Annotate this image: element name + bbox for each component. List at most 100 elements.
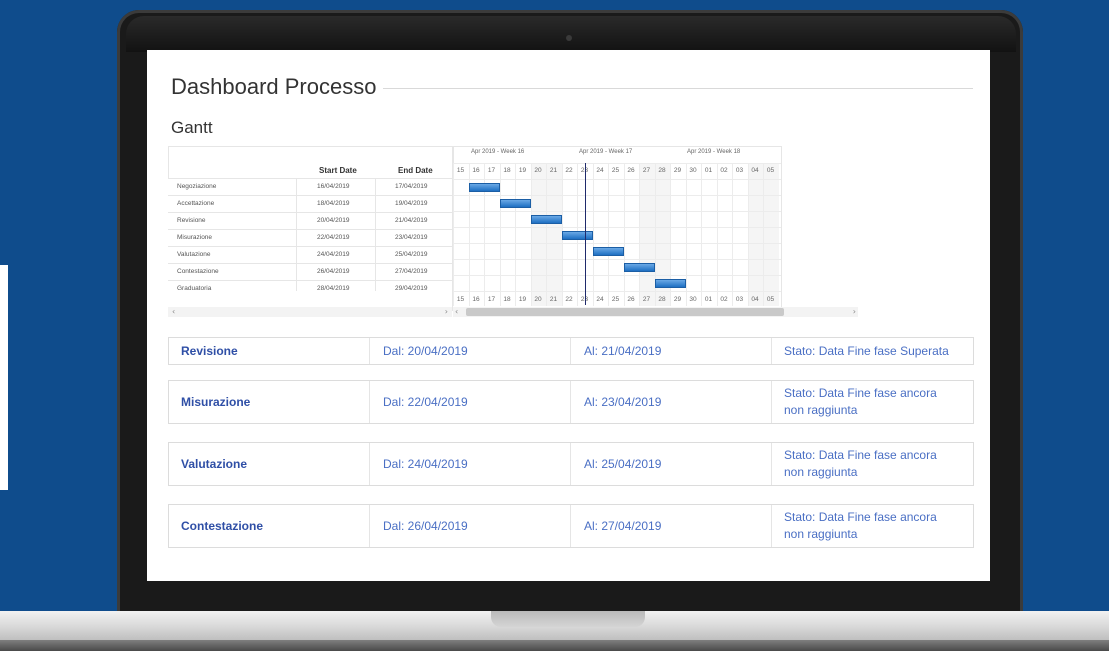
day-label: 24 [596, 296, 604, 303]
task-bar[interactable] [654, 279, 686, 288]
task-end-date: 29/04/2019 [395, 285, 428, 292]
phase-end: Al: 21/04/2019 [571, 338, 772, 364]
gantt-row[interactable]: Misurazione 22/04/2019 23/04/2019 [168, 229, 453, 246]
task-end-date: 23/04/2019 [395, 234, 428, 241]
task-start-date: 24/04/2019 [317, 251, 350, 258]
phase-row-contestazione: Contestazione Dal: 26/04/2019 Al: 27/04/… [168, 504, 974, 548]
start-date-header: Start Date [319, 166, 357, 175]
scrollbar-thumb[interactable] [466, 308, 784, 316]
day-label: 20 [534, 296, 542, 303]
row-gridline [453, 179, 781, 180]
task-end-date: 17/04/2019 [395, 183, 428, 190]
day-gridline [499, 163, 501, 306]
phase-status: Stato: Data Fine fase ancora non raggiun… [784, 510, 937, 541]
task-end-date: 25/04/2019 [395, 251, 428, 258]
day-gridline [732, 163, 733, 306]
task-name: Negoziazione [177, 183, 217, 190]
phase-name[interactable]: Misurazione [169, 381, 370, 423]
gantt-grid-scrollbar[interactable]: ‹ › [168, 307, 452, 317]
day-label: 02 [720, 296, 728, 303]
day-label: 17 [487, 167, 496, 174]
task-bar[interactable] [561, 231, 593, 240]
today-marker [585, 163, 586, 305]
end-date-header: End Date [398, 166, 433, 175]
gantt-row[interactable]: Accettazione 18/04/2019 19/04/2019 [168, 195, 453, 212]
day-label: 03 [735, 296, 744, 303]
day-label: 03 [735, 167, 744, 174]
week-label: Apr 2019 - Week 18 [687, 149, 741, 155]
task-bar[interactable] [499, 199, 531, 208]
task-name: Valutazione [177, 251, 211, 258]
scroll-right-arrow-icon[interactable]: › [445, 307, 448, 317]
day-label: 28 [658, 167, 666, 174]
day-label: 26 [627, 167, 635, 174]
day-label: 02 [720, 167, 728, 174]
day-label: 18 [503, 296, 511, 303]
task-start-date: 18/04/2019 [317, 200, 350, 207]
row-gridline [453, 275, 781, 276]
laptop-opening-notch [491, 611, 645, 627]
task-start-date: 28/04/2019 [317, 285, 350, 292]
day-label: 27 [642, 296, 651, 303]
day-label: 22 [565, 167, 573, 174]
day-gridline [763, 163, 764, 306]
day-label: 19 [518, 296, 527, 303]
task-start-date: 20/04/2019 [317, 217, 350, 224]
row-gridline [453, 163, 781, 164]
scroll-left-arrow-icon[interactable]: ‹ [172, 307, 175, 317]
page-title: Dashboard Processo [171, 74, 377, 99]
day-label: 25 [611, 296, 620, 303]
camera-icon [566, 35, 572, 41]
task-name: Revisione [177, 217, 206, 224]
day-label: 28 [658, 296, 666, 303]
task-start-date: 26/04/2019 [317, 268, 350, 275]
phase-row-misurazione: Misurazione Dal: 22/04/2019 Al: 23/04/20… [168, 380, 974, 424]
day-label: 17 [487, 296, 496, 303]
task-start-date: 22/04/2019 [317, 234, 350, 241]
gantt-timeline-scrollbar[interactable]: ‹ › [453, 307, 858, 317]
day-label: 01 [704, 167, 713, 174]
phase-row-revisione: Revisione Dal: 20/04/2019 Al: 21/04/2019… [168, 337, 974, 365]
phase-name[interactable]: Contestazione [169, 505, 370, 547]
task-name: Contestazione [177, 268, 219, 275]
phase-status: Stato: Data Fine fase ancora non raggiun… [784, 448, 937, 479]
day-gridline [701, 163, 702, 306]
gantt-row[interactable]: Revisione 20/04/2019 21/04/2019 [168, 212, 453, 229]
phase-start: Dal: 20/04/2019 [370, 338, 571, 364]
task-bar[interactable] [592, 247, 624, 256]
scroll-left-arrow-icon[interactable]: ‹ [455, 307, 458, 317]
day-gridline [639, 163, 640, 306]
gantt-section-title: Gantt [171, 118, 213, 137]
row-gridline [453, 259, 781, 260]
gantt-row[interactable]: Valutazione 24/04/2019 25/04/2019 [168, 246, 453, 263]
phase-end: Al: 25/04/2019 [571, 443, 772, 485]
gantt-timeline: 1515161617171818191920202121222223232424… [452, 146, 782, 311]
day-gridline [747, 163, 749, 306]
column-divider [375, 178, 376, 291]
column-divider [296, 178, 297, 291]
day-gridline [530, 163, 532, 306]
task-bar[interactable] [468, 183, 500, 192]
day-label: 15 [456, 167, 465, 174]
task-bar[interactable] [530, 215, 562, 224]
row-gridline [453, 243, 781, 244]
row-gridline [453, 195, 781, 196]
scroll-right-arrow-icon[interactable]: › [853, 307, 856, 317]
task-start-date: 16/04/2019 [317, 183, 350, 190]
gantt-rows: Negoziazione 16/04/2019 17/04/2019 Accettaz… [168, 178, 453, 297]
task-bar[interactable] [623, 263, 655, 272]
laptop-bezel-top [126, 16, 1016, 52]
phase-end: Al: 27/04/2019 [571, 505, 772, 547]
day-label: 19 [518, 167, 527, 174]
gantt-row[interactable]: Negoziazione 16/04/2019 17/04/2019 [168, 178, 453, 195]
title-divider [383, 88, 973, 89]
laptop-base-shadow [0, 640, 1109, 651]
day-gridline [685, 163, 687, 306]
phase-name[interactable]: Revisione [169, 338, 370, 364]
phase-status: Stato: Data Fine fase Superata [784, 343, 949, 358]
gantt-row[interactable]: Contestazione 26/04/2019 27/04/2019 [168, 263, 453, 280]
phase-name[interactable]: Valutazione [169, 443, 370, 485]
left-edge-decoration [0, 265, 8, 490]
gantt-row[interactable]: Graduatoria 28/04/2019 29/04/2019 [168, 280, 453, 297]
week-label: Apr 2019 - Week 17 [579, 149, 633, 155]
